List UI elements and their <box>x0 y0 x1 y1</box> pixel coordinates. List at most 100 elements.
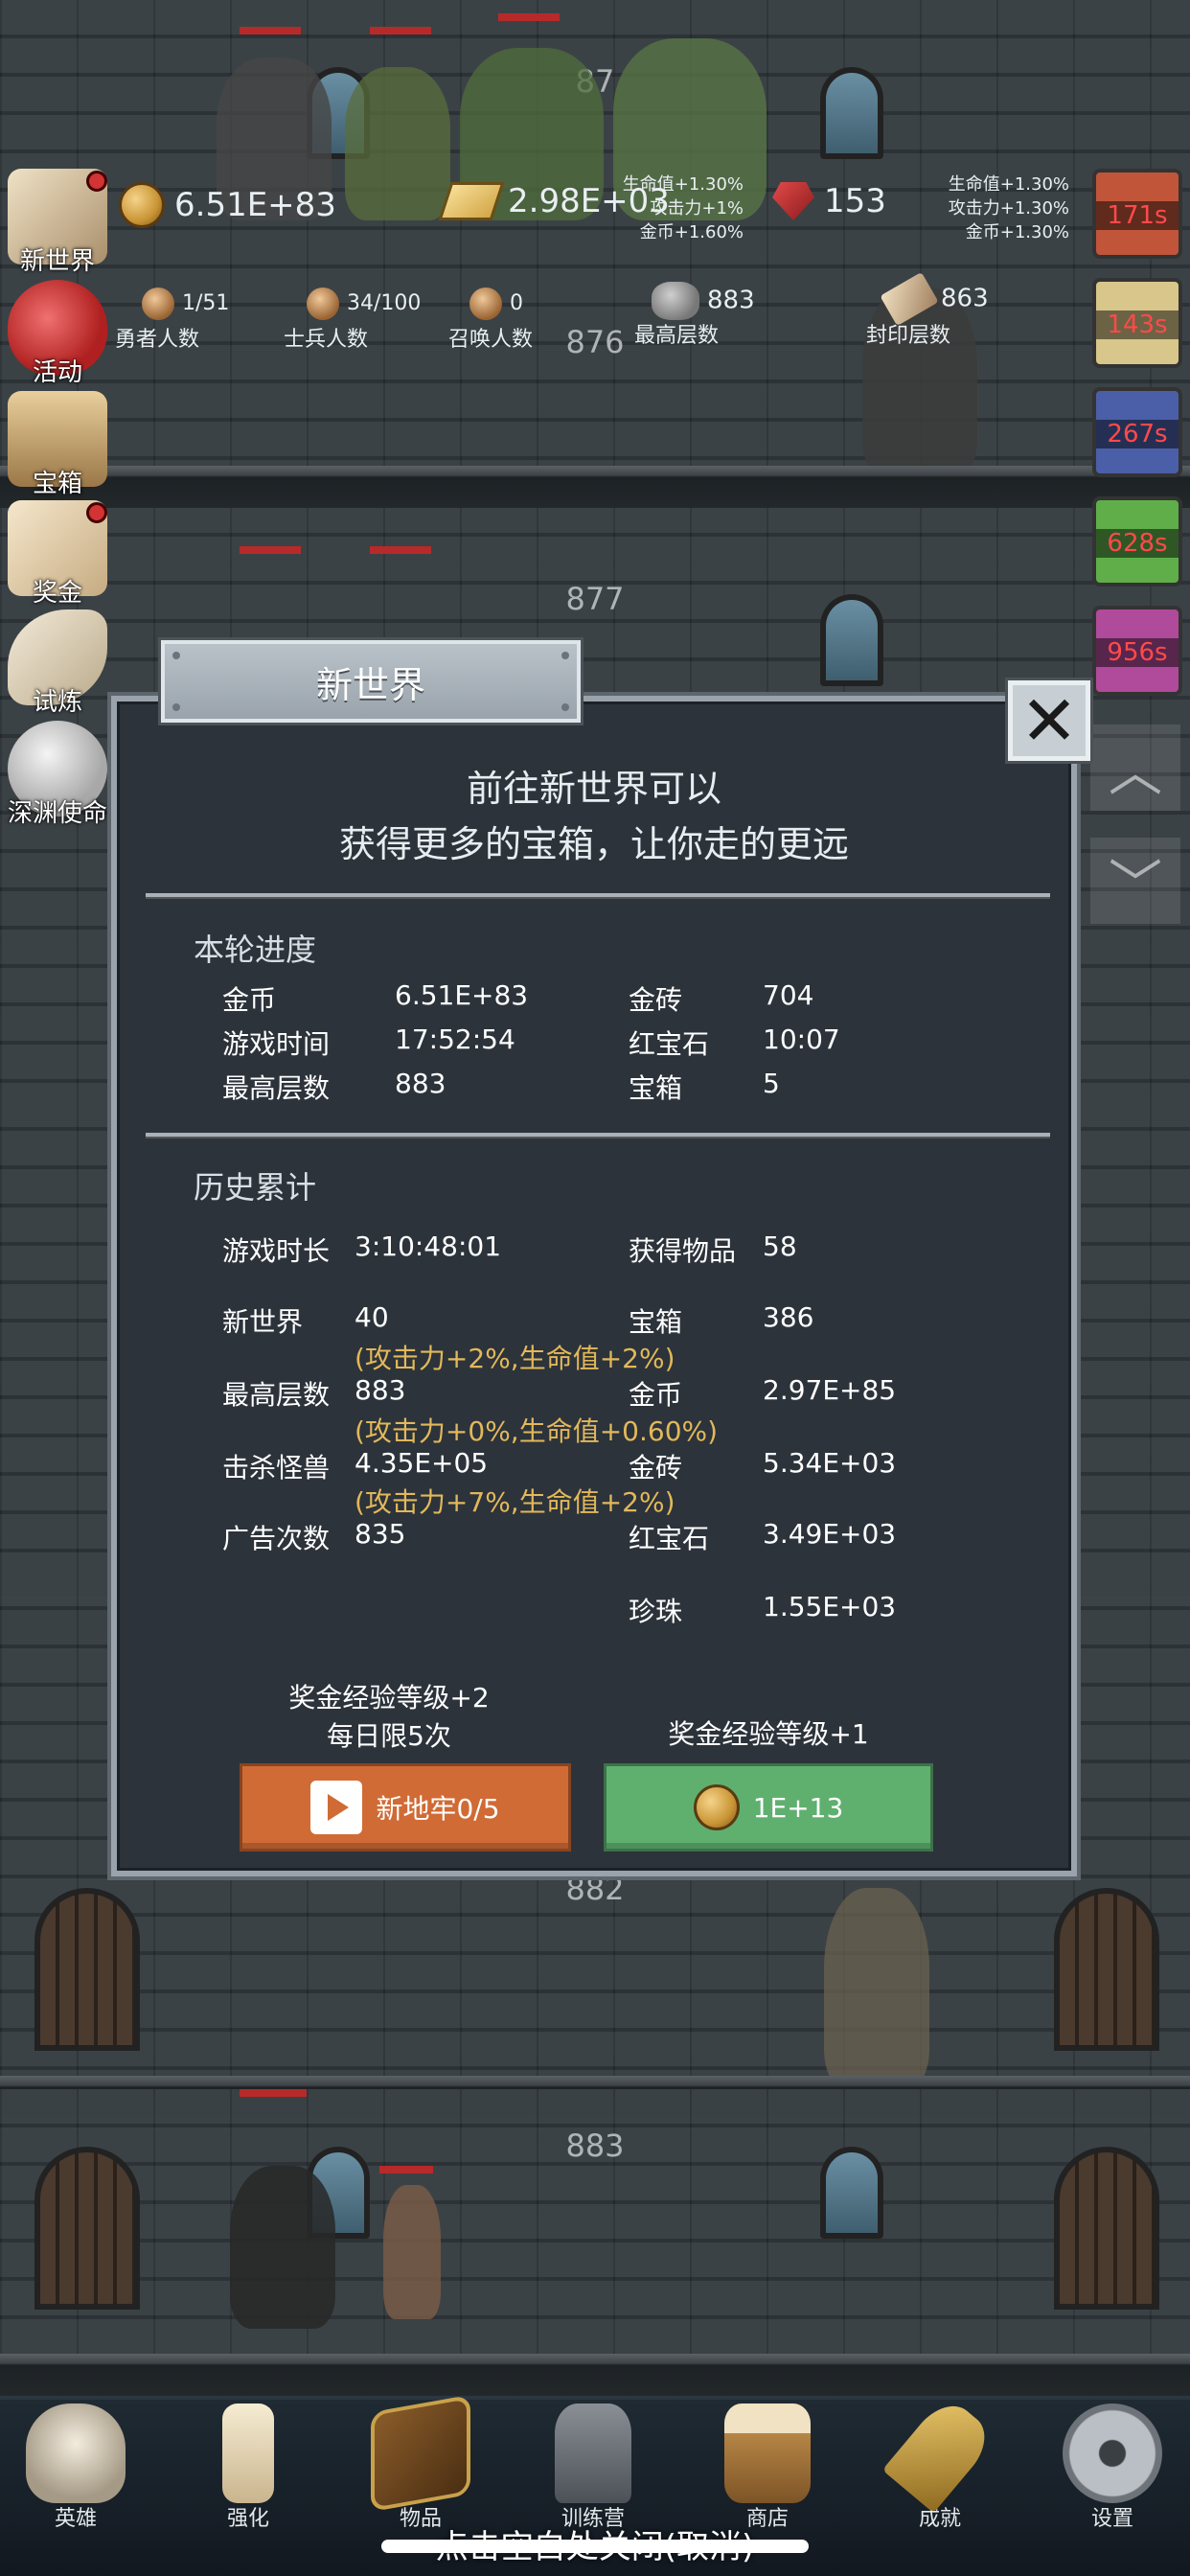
seal-floor-label: 封印层数 <box>866 324 951 348</box>
floor-bonus: (攻击力+0%,生命值+0.60%) <box>355 1415 719 1447</box>
new-world-bonus: (攻击力+2%,生命值+2%) <box>355 1343 675 1374</box>
enemy-hp-bar <box>240 546 301 554</box>
stat-label: 金砖 <box>629 1452 683 1484</box>
menu-bonus-label: 奖金 <box>32 579 82 608</box>
menu-new-world[interactable]: 新世界 <box>0 169 115 277</box>
soldier-head-icon <box>307 288 339 320</box>
stat-value: 10:07 <box>763 1024 840 1055</box>
hero-sprite <box>383 2185 441 2319</box>
dungeon-floor: 87 876 <box>0 0 1190 546</box>
notification-dot <box>86 502 107 523</box>
stat-value: 1.55E+03 <box>763 1591 897 1622</box>
stone-icon <box>652 282 699 320</box>
stat-label: 宝箱 <box>629 1306 683 1338</box>
menu-chest-label: 宝箱 <box>32 470 82 498</box>
buff-slot[interactable]: 956s <box>1092 606 1182 696</box>
mug-icon <box>724 2404 811 2503</box>
dark-knight-sprite <box>862 288 977 479</box>
hero-head-icon <box>142 288 174 320</box>
menu-trial[interactable]: 试炼 <box>0 610 115 718</box>
stat-label: 击杀怪兽 <box>222 1452 331 1484</box>
menu-new-world-label: 新世界 <box>19 247 95 276</box>
nav-items[interactable]: 物品 <box>358 2394 483 2532</box>
nav-achievements[interactable]: 成就 <box>878 2393 1002 2532</box>
menu-abyss-mission[interactable]: 深渊使命 <box>0 721 115 829</box>
candle-icon <box>222 2404 274 2503</box>
stat-label: 新世界 <box>222 1306 304 1338</box>
stat-value: 6.51E+83 <box>395 979 529 1011</box>
enemy-hp-bar <box>240 27 301 34</box>
enemy-hp-bar <box>370 546 431 554</box>
dialog-intro-line2: 获得更多的宝箱，让你走的更远 <box>338 823 849 865</box>
home-indicator[interactable] <box>381 2540 809 2553</box>
menu-event-label: 活动 <box>32 358 82 387</box>
close-button[interactable]: ✕ <box>1005 678 1093 764</box>
close-icon: ✕ <box>1019 680 1079 761</box>
menu-chest[interactable]: 宝箱 <box>0 391 115 499</box>
new-dungeon-button[interactable]: 新地牢0/5 <box>240 1763 571 1852</box>
stat-value: 835 <box>355 1518 406 1550</box>
reaper-sprite <box>824 1888 929 2089</box>
buff-slot[interactable]: 171s <box>1092 169 1182 259</box>
enemy-hp-bar <box>370 27 431 34</box>
nav-heroes[interactable]: 英雄 <box>13 2404 138 2532</box>
menu-bonus[interactable]: 奖金 <box>0 500 115 609</box>
nav-training[interactable]: 训练营 <box>531 2404 655 2532</box>
notification-dot <box>86 171 107 192</box>
stat-value: 386 <box>763 1301 814 1333</box>
dungeon-door <box>1054 2147 1159 2310</box>
stat-label: 广告次数 <box>222 1523 331 1554</box>
stat-label: 珍珠 <box>629 1596 683 1627</box>
stat-label: 游戏时长 <box>222 1235 331 1267</box>
left-button-caption: 奖金经验等级+2 每日限5次 <box>288 1682 490 1752</box>
chevron-up-icon: ︿ <box>1109 741 1162 804</box>
nav-upgrade[interactable]: 强化 <box>186 2404 310 2532</box>
stat-value: 17:52:54 <box>395 1024 515 1055</box>
dialog-title: 新世界 <box>158 637 584 725</box>
new-dungeon-button-label: 新地牢0/5 <box>376 1793 500 1825</box>
right-button-caption: 奖金经验等级+1 <box>668 1718 869 1750</box>
enemy-hp-bar <box>498 13 560 21</box>
nav-settings[interactable]: 设置 <box>1050 2404 1175 2532</box>
scroll-down-button[interactable]: ﹀ <box>1090 838 1180 924</box>
stat-value: 2.97E+85 <box>763 1374 897 1406</box>
buff-attack: 攻击力+1% <box>650 198 744 218</box>
summon-count-label: 召唤人数 <box>448 328 534 352</box>
scroll-up-button[interactable]: ︿ <box>1090 724 1180 811</box>
new-world-dialog: 前往新世界可以 获得更多的宝箱，让你走的更远 本轮进度 金币 6.51E+83 … <box>107 692 1081 1880</box>
ruby-resource: 153 <box>772 182 886 220</box>
soldier-count-label: 士兵人数 <box>284 328 369 352</box>
gold-pay-button-label: 1E+13 <box>752 1791 844 1824</box>
gold-pay-button[interactable]: 1E+13 <box>604 1763 933 1852</box>
dungeon-floor: 883 <box>0 2089 1190 2396</box>
gold-coin-icon <box>693 1784 740 1830</box>
gold-resource: 6.51E+83 <box>119 182 336 228</box>
key-icon <box>881 2393 998 2514</box>
buff-slot[interactable]: 628s <box>1092 496 1182 586</box>
floor-number: 883 <box>565 2128 625 2164</box>
stat-value: 883 <box>395 1068 446 1099</box>
ruby-icon <box>772 182 814 220</box>
chevron-down-icon: ﹀ <box>1109 854 1162 917</box>
dungeon-door <box>34 2147 140 2310</box>
buff-gold: 金币+1.60% <box>639 222 744 242</box>
max-floor-label: 最高层数 <box>634 324 720 348</box>
hero-count: 1/51 <box>142 288 229 320</box>
stat-value: 704 <box>763 979 814 1011</box>
stat-label: 最高层数 <box>222 1072 331 1104</box>
menu-event[interactable]: 活动 <box>0 280 115 388</box>
stat-value: 3:10:48:01 <box>355 1230 502 1262</box>
gold-brick-icon <box>438 182 505 220</box>
seal-floor-count: 863 <box>880 271 989 327</box>
buff-slot[interactable]: 267s <box>1092 387 1182 477</box>
cog-icon <box>1063 2404 1162 2503</box>
buff-hp: 生命值+1.30% <box>948 174 1069 195</box>
history-heading: 历史累计 <box>194 1169 317 1206</box>
buff-timer: 628s <box>1096 529 1179 558</box>
buff-timer: 267s <box>1096 420 1179 448</box>
nav-shop[interactable]: 商店 <box>705 2404 830 2532</box>
stat-value: 40 <box>355 1301 389 1333</box>
buff-slot[interactable]: 143s <box>1092 278 1182 368</box>
buff-timer: 143s <box>1096 310 1179 339</box>
stat-label: 金币 <box>222 984 277 1016</box>
